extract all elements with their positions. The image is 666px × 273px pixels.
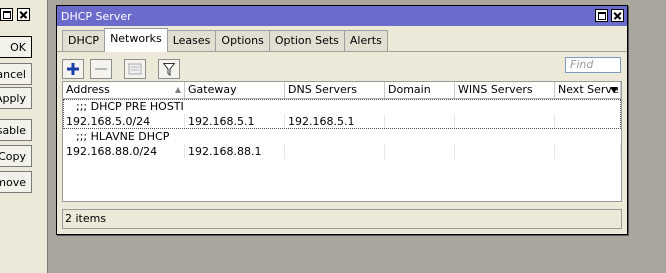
column-header-dns-servers[interactable]: DNS Servers	[285, 82, 385, 98]
row-comment-text: ;;; DHCP PRE HOSTI	[76, 100, 184, 113]
item-count: 2 items	[65, 212, 107, 225]
tab-bar: DHCP Networks Leases Options Option Sets…	[57, 28, 627, 52]
maximize-icon[interactable]	[0, 8, 13, 21]
tab-leases[interactable]: Leases	[166, 30, 217, 51]
remove-icon	[95, 68, 107, 70]
cell-wins-servers	[455, 114, 555, 129]
column-label: Address	[66, 83, 110, 96]
table-row[interactable]: ;;; DHCP PRE HOSTI 192.168.5.0/24 192.16…	[63, 99, 621, 129]
cell-domain	[385, 144, 455, 159]
window-titlebar[interactable]: DHCP Server	[57, 6, 627, 26]
tab-options[interactable]: Options	[215, 30, 270, 51]
dhcp-server-window: DHCP Server DHCP Networks Leases Options…	[56, 5, 628, 235]
comment-icon	[128, 63, 142, 75]
background-title-buttons	[0, 8, 30, 21]
add-icon	[67, 63, 79, 75]
window-title: DHCP Server	[61, 9, 132, 23]
table-header: Address Gateway DNS Servers Domain WINS …	[63, 82, 621, 99]
column-header-next-server[interactable]: Next Serve	[555, 82, 621, 98]
row-values: 192.168.5.0/24 192.168.5.1 192.168.5.1	[63, 114, 621, 129]
cell-gateway: 192.168.5.1	[185, 114, 285, 129]
cell-next-server	[555, 144, 621, 159]
disable-button[interactable]: isable	[0, 119, 32, 141]
close-icon[interactable]	[17, 8, 30, 21]
background-dialog: OK ancel Apply isable Copy emove	[0, 0, 48, 273]
row-comment: ;;; DHCP PRE HOSTI	[63, 99, 621, 114]
cell-domain	[385, 114, 455, 129]
remove-item-button[interactable]	[90, 59, 112, 79]
row-comment: ;;; HLAVNE DHCP	[63, 129, 621, 144]
maximize-icon[interactable]	[595, 9, 608, 22]
column-menu-icon[interactable]	[610, 87, 618, 93]
column-header-domain[interactable]: Domain	[385, 82, 455, 98]
cell-dns-servers: 192.168.5.1	[285, 114, 385, 129]
tab-option-sets[interactable]: Option Sets	[268, 30, 345, 51]
cell-next-server	[555, 114, 621, 129]
sort-asc-icon	[175, 87, 181, 93]
tab-alerts[interactable]: Alerts	[343, 30, 388, 51]
cell-address: 192.168.88.0/24	[63, 144, 185, 159]
cell-dns-servers	[285, 144, 385, 159]
cancel-button[interactable]: ancel	[0, 63, 32, 85]
window-title-buttons	[595, 9, 624, 22]
add-button[interactable]	[62, 59, 84, 79]
tab-networks[interactable]: Networks	[104, 28, 168, 52]
toolbar: Find	[57, 51, 627, 82]
apply-button[interactable]: Apply	[0, 87, 32, 109]
cell-address: 192.168.5.0/24	[63, 114, 185, 129]
remove-button[interactable]: emove	[0, 171, 32, 193]
column-header-wins-servers[interactable]: WINS Servers	[455, 82, 555, 98]
column-header-gateway[interactable]: Gateway	[185, 82, 285, 98]
close-icon[interactable]	[611, 9, 624, 22]
tab-dhcp[interactable]: DHCP	[62, 30, 106, 51]
ok-button[interactable]: OK	[0, 36, 32, 58]
comment-button[interactable]	[124, 59, 146, 79]
copy-button[interactable]: Copy	[0, 145, 32, 167]
networks-table: Address Gateway DNS Servers Domain WINS …	[62, 81, 622, 202]
filter-icon	[163, 62, 175, 76]
filter-button[interactable]	[158, 59, 180, 79]
cell-gateway: 192.168.88.1	[185, 144, 285, 159]
row-values: 192.168.88.0/24 192.168.88.1	[63, 144, 621, 159]
column-header-address[interactable]: Address	[63, 82, 185, 98]
table-row[interactable]: ;;; HLAVNE DHCP 192.168.88.0/24 192.168.…	[63, 129, 621, 159]
row-comment-text: ;;; HLAVNE DHCP	[76, 130, 170, 143]
status-bar: 2 items	[62, 209, 622, 229]
cell-wins-servers	[455, 144, 555, 159]
find-input[interactable]: Find	[565, 57, 621, 73]
